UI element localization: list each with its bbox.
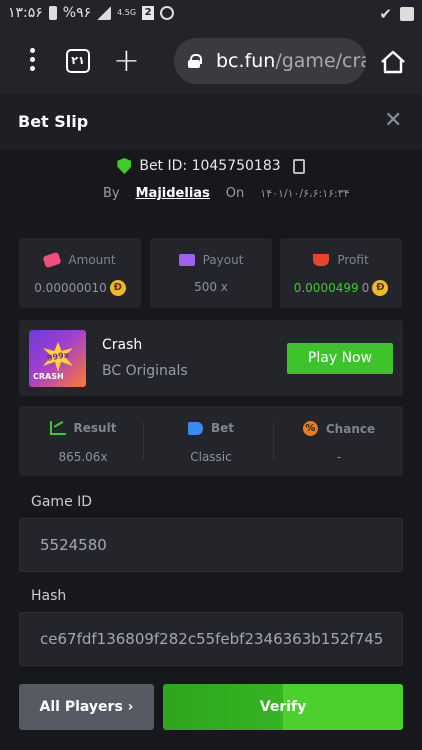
- payout-icon: [178, 254, 195, 266]
- play-now-button[interactable]: Play Now: [287, 343, 393, 374]
- chance-label: Chance: [325, 421, 376, 436]
- bet-label: Bet: [210, 421, 235, 435]
- verify-label: Verify: [259, 699, 307, 715]
- payout-card: Payout 500 x: [150, 238, 272, 308]
- battery-level: %۹۶: [62, 5, 92, 21]
- bet-header: Bet: [147, 421, 275, 435]
- bet-value: Classic: [190, 450, 232, 464]
- game-thumbnail[interactable]: 999x CRASH: [29, 330, 86, 387]
- game-id-field[interactable]: 5524580: [19, 518, 403, 572]
- verify-button[interactable]: Verify: [163, 684, 403, 730]
- alarm-icon: [160, 6, 175, 20]
- page-title: Bet Slip: [18, 112, 89, 131]
- profit-value: 0.0000499: [293, 281, 359, 295]
- new-tab-icon[interactable]: +: [113, 40, 140, 80]
- chance-value: -: [336, 450, 342, 464]
- close-icon[interactable]: ✕: [384, 110, 402, 132]
- signal-icon: [97, 6, 112, 20]
- result-icon: [49, 421, 66, 435]
- result-value: 865.06x: [58, 450, 108, 464]
- thumb-label: CRASH: [33, 372, 64, 381]
- status-bar: ۱۳:۵۶ %۹۶ 4.5G 2 ✔: [0, 0, 422, 28]
- payout-label: Payout: [202, 253, 244, 267]
- status-time: ۱۳:۵۶: [8, 5, 43, 21]
- home-icon[interactable]: [380, 50, 406, 74]
- status-left: ۱۳:۵۶ %۹۶ 4.5G 2: [8, 5, 175, 21]
- menu-icon[interactable]: [27, 48, 37, 74]
- on-label: On: [225, 186, 245, 201]
- url-host: bc.fun: [216, 50, 276, 72]
- tabs-button[interactable]: ۲۱: [66, 49, 90, 73]
- notification-count: 2: [142, 6, 155, 20]
- user-link[interactable]: Majidelias: [136, 186, 210, 201]
- payout-header: Payout: [150, 253, 272, 267]
- bet-date: ۱۴۰۱/۱۰/۶،۶:۱۶:۳۴: [260, 187, 350, 200]
- game-provider: BC Originals: [102, 363, 188, 379]
- amount-icon: [42, 251, 62, 269]
- bet-column: Bet Classic: [147, 406, 275, 476]
- amount-value-row: 0.00000010 Ð: [19, 280, 141, 296]
- payout-value-row: 500 x: [150, 280, 272, 294]
- battery-icon: [48, 6, 57, 20]
- bet-meta-row: By Majidelias On ۱۴۰۱/۱۰/۶،۶:۱۶:۳۴: [103, 186, 350, 201]
- amount-value: 0.00000010: [34, 281, 107, 295]
- hash-field[interactable]: ce67fdf136809f282c55febf2346363b152f745: [19, 612, 403, 666]
- browser-toolbar: ۲۱ + bc.fun/game/cra: [0, 28, 422, 94]
- message-icon: [400, 7, 414, 21]
- game-name: Crash: [102, 337, 143, 353]
- by-label: By: [103, 186, 120, 201]
- result-column: Result 865.06x: [19, 406, 147, 476]
- bet-icon: [187, 421, 203, 435]
- profit-card: Profit 0.0000499 0 Ð: [280, 238, 402, 308]
- profit-label: Profit: [337, 253, 369, 267]
- coin-icon: Ð: [372, 280, 389, 296]
- chance-column: % Chance -: [275, 406, 403, 476]
- game-card: 999x CRASH Crash BC Originals Play Now: [19, 320, 403, 396]
- hash-label: Hash: [31, 588, 67, 604]
- chance-header: % Chance: [275, 421, 403, 436]
- chance-icon: %: [302, 421, 318, 436]
- address-bar[interactable]: bc.fun/game/cra: [174, 38, 366, 84]
- result-header: Result: [19, 421, 147, 435]
- profit-value-row: 0.0000499 0 Ð: [280, 280, 402, 296]
- bet-id-row: Bet ID: 1045750183: [0, 158, 422, 174]
- bet-id: Bet ID: 1045750183: [139, 158, 281, 174]
- network-type: 4.5G: [117, 8, 137, 17]
- lock-icon: [188, 54, 202, 68]
- profit-value-tail: 0: [361, 281, 370, 295]
- copy-icon[interactable]: [292, 158, 305, 174]
- result-card: Result 865.06x Bet Classic % Chance -: [19, 406, 403, 476]
- divider: [143, 422, 144, 460]
- all-players-button[interactable]: All Players ›: [19, 684, 154, 730]
- status-right: ✔: [379, 5, 414, 23]
- profit-header: Profit: [280, 253, 402, 267]
- url-path: /game/cra: [275, 50, 366, 72]
- coin-icon: Ð: [109, 280, 126, 296]
- game-id-label: Game ID: [31, 494, 93, 510]
- check-icon: ✔: [379, 5, 392, 23]
- amount-header: Amount: [19, 251, 141, 269]
- bet-slip-header: Bet Slip ✕: [0, 94, 422, 150]
- url-text: bc.fun/game/cra: [216, 50, 366, 72]
- profit-icon: [313, 254, 330, 266]
- amount-label: Amount: [68, 253, 116, 267]
- result-label: Result: [73, 421, 117, 435]
- payout-value: 500 x: [194, 280, 228, 294]
- verified-shield-icon: [117, 158, 132, 174]
- divider: [273, 422, 274, 460]
- amount-card: Amount 0.00000010 Ð: [19, 238, 141, 308]
